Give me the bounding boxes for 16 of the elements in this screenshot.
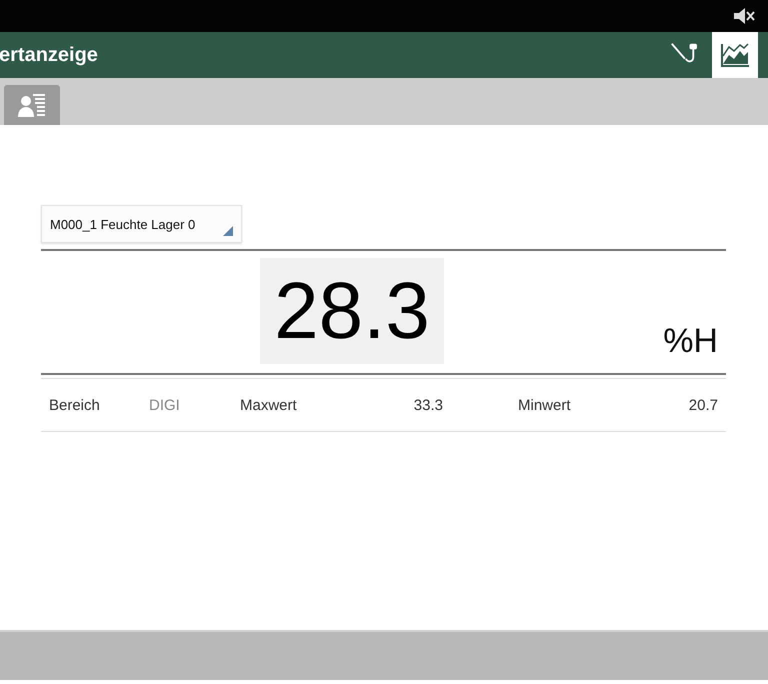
stat-label: Bereich (49, 396, 101, 414)
line-chart-icon (720, 42, 750, 68)
stat-value: 33.3 (412, 396, 443, 414)
stat-value: 20.7 (688, 396, 718, 414)
contact-card-icon (17, 92, 47, 118)
channel-dropdown[interactable]: M000_1 Feuchte Lager 0 (41, 205, 242, 243)
stat-value: DIGI (149, 396, 181, 414)
contact-card-button[interactable] (4, 85, 60, 125)
mute-icon (732, 6, 756, 26)
app-title: ertanzeige (0, 44, 98, 66)
unit-label: %H (663, 322, 718, 361)
tab[interactable] (712, 32, 758, 78)
stat-label: Minwert (517, 396, 572, 414)
caret-icon (223, 226, 233, 236)
measured-value: 28.3 (260, 258, 444, 364)
stat-label: Maxwert (240, 396, 298, 414)
